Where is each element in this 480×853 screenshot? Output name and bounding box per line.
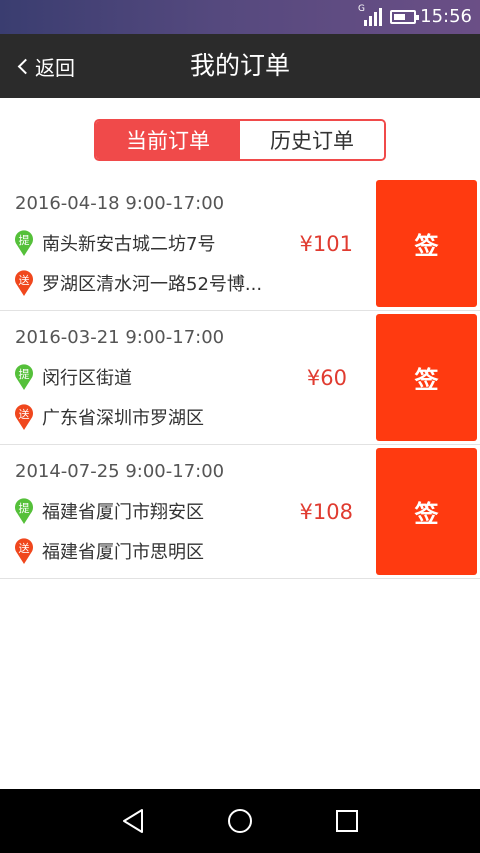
system-home-button[interactable] bbox=[200, 789, 280, 853]
delivery-address: 送 广东省深圳市罗湖区 bbox=[14, 404, 204, 430]
recents-square-icon bbox=[336, 810, 358, 832]
order-list: 2016-04-18 9:00-17:00 提 南头新安古城二坊7号 送 罗湖区… bbox=[0, 177, 480, 579]
delivery-address: 送 罗湖区清水河一路52号博... bbox=[14, 270, 262, 296]
pickup-address: 提 南头新安古城二坊7号 bbox=[14, 230, 215, 256]
sign-button[interactable]: 签 bbox=[376, 180, 477, 307]
pickup-address-text: 闵行区街道 bbox=[42, 368, 132, 389]
battery-icon bbox=[390, 10, 419, 24]
back-label: 返回 bbox=[35, 55, 75, 80]
signal-icon: G bbox=[358, 4, 382, 26]
status-bar: G 15:56 bbox=[0, 0, 480, 34]
pickup-pin-icon: 提 bbox=[15, 230, 34, 256]
system-back-button[interactable] bbox=[93, 789, 173, 853]
delivery-address: 送 福建省厦门市思明区 bbox=[14, 538, 204, 564]
back-triangle-icon bbox=[123, 809, 143, 833]
delivery-address-text: 福建省厦门市思明区 bbox=[42, 542, 204, 563]
delivery-pin-icon: 送 bbox=[15, 270, 34, 296]
svg-text:送: 送 bbox=[19, 541, 30, 555]
pickup-pin-icon: 提 bbox=[15, 498, 34, 524]
system-recents-button[interactable] bbox=[307, 789, 387, 853]
sign-button[interactable]: 签 bbox=[376, 314, 477, 441]
tab-current-orders[interactable]: 当前订单 bbox=[96, 121, 240, 159]
svg-text:提: 提 bbox=[19, 502, 30, 515]
nav-bar: 我的订单 返回 bbox=[0, 34, 480, 98]
delivery-pin-icon: 送 bbox=[15, 404, 34, 430]
order-price: ¥101 bbox=[299, 232, 353, 256]
order-price: ¥60 bbox=[306, 366, 347, 390]
pickup-address: 提 闵行区街道 bbox=[14, 364, 132, 390]
order-price: ¥108 bbox=[299, 500, 353, 524]
delivery-address-text: 罗湖区清水河一路52号博... bbox=[42, 274, 263, 295]
sign-button[interactable]: 签 bbox=[376, 448, 477, 575]
order-tabs: 当前订单 历史订单 bbox=[94, 119, 386, 161]
back-button[interactable]: 返回 bbox=[17, 34, 75, 98]
svg-text:送: 送 bbox=[19, 273, 30, 287]
tab-history-orders[interactable]: 历史订单 bbox=[240, 121, 384, 159]
status-time: 15:56 bbox=[420, 6, 472, 27]
system-navigation-bar bbox=[0, 789, 480, 853]
order-row[interactable]: 2016-04-18 9:00-17:00 提 南头新安古城二坊7号 送 罗湖区… bbox=[0, 177, 480, 311]
pickup-pin-icon: 提 bbox=[15, 364, 34, 390]
delivery-address-text: 广东省深圳市罗湖区 bbox=[42, 408, 204, 429]
home-circle-icon bbox=[228, 809, 252, 833]
svg-text:提: 提 bbox=[19, 234, 30, 247]
order-row[interactable]: 2014-07-25 9:00-17:00 提 福建省厦门市翔安区 送 福建省厦… bbox=[0, 445, 480, 579]
order-date: 2016-04-18 9:00-17:00 bbox=[15, 193, 225, 214]
delivery-pin-icon: 送 bbox=[15, 538, 34, 564]
order-date: 2016-03-21 9:00-17:00 bbox=[15, 327, 225, 348]
pickup-address-text: 南头新安古城二坊7号 bbox=[42, 234, 216, 255]
pickup-address: 提 福建省厦门市翔安区 bbox=[14, 498, 204, 524]
order-row[interactable]: 2016-03-21 9:00-17:00 提 闵行区街道 送 广东省深圳市罗湖… bbox=[0, 311, 480, 445]
network-type-label: G bbox=[358, 4, 365, 14]
svg-text:提: 提 bbox=[19, 368, 30, 381]
chevron-left-icon bbox=[17, 58, 34, 75]
pickup-address-text: 福建省厦门市翔安区 bbox=[42, 502, 204, 523]
order-date: 2014-07-25 9:00-17:00 bbox=[15, 461, 225, 482]
svg-text:送: 送 bbox=[19, 407, 30, 421]
